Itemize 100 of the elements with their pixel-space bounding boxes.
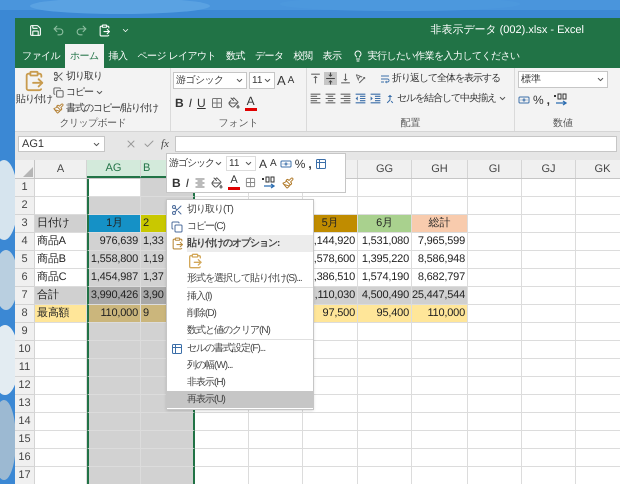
menu-item[interactable]: 再表示(U) xyxy=(167,391,313,408)
menu-item[interactable]: 非表示(H) xyxy=(167,374,313,391)
caret-icon[interactable] xyxy=(214,159,223,168)
row-header[interactable]: 15 xyxy=(15,431,35,449)
row-header[interactable]: 2 xyxy=(15,197,35,215)
ribbon-tab[interactable]: ホーム xyxy=(65,44,104,68)
comma-button[interactable]: , xyxy=(308,158,312,170)
row-header[interactable]: 10 xyxy=(15,341,35,359)
number-format-field[interactable]: 標準 xyxy=(518,71,608,88)
save-icon[interactable] xyxy=(29,24,42,36)
ribbon-tab[interactable]: ページ レイアウト xyxy=(132,44,221,68)
fill-color-icon[interactable] xyxy=(228,97,240,109)
ribbon-tab[interactable]: ファイル xyxy=(17,44,65,68)
wrap-text-button[interactable]: 折り返して全体を表示する xyxy=(379,71,500,86)
shrink-font-button[interactable]: A xyxy=(288,76,294,86)
ribbon-tab[interactable]: 表示 xyxy=(317,44,346,68)
column-header[interactable]: AG xyxy=(87,160,141,178)
italic-button[interactable]: I xyxy=(186,176,190,188)
row-header[interactable]: 3 xyxy=(15,215,35,233)
align-top-icon[interactable] xyxy=(309,72,322,85)
percent-button[interactable]: % xyxy=(533,94,544,106)
borders-icon[interactable] xyxy=(210,97,223,109)
ribbon-tab[interactable]: 数式 xyxy=(220,44,250,68)
row-header[interactable]: 1 xyxy=(15,179,35,197)
menu-item[interactable]: セルの書式設定(F)... xyxy=(167,340,313,357)
paintbrush-icon[interactable] xyxy=(282,176,294,188)
row-header[interactable]: 11 xyxy=(15,359,35,377)
ribbon-tab[interactable]: 挿入 xyxy=(104,44,132,68)
font-color-button[interactable]: A xyxy=(228,175,240,190)
italic-button[interactable]: I xyxy=(188,97,192,109)
row-header[interactable]: 16 xyxy=(15,449,35,467)
align-center-icon[interactable] xyxy=(324,92,337,105)
row-header[interactable]: 5 xyxy=(15,251,35,269)
row-header[interactable]: 12 xyxy=(15,377,35,395)
align-middle-icon[interactable] xyxy=(324,72,337,85)
caret-icon[interactable] xyxy=(596,75,605,84)
table-cell xyxy=(522,323,576,341)
orientation-icon[interactable] xyxy=(354,72,367,85)
align-left-icon[interactable] xyxy=(309,92,322,105)
caret-icon[interactable] xyxy=(235,76,244,85)
name-box[interactable]: AG1 xyxy=(18,136,105,152)
currency-icon[interactable] xyxy=(518,94,530,106)
menu-item[interactable]: 列の幅(W)... xyxy=(167,357,313,374)
ribbon-tab[interactable]: データ xyxy=(250,44,288,68)
currency-icon[interactable] xyxy=(280,158,292,170)
align-center-icon[interactable] xyxy=(194,176,206,188)
decimal-icon[interactable] xyxy=(553,93,570,107)
percent-button[interactable]: % xyxy=(294,158,306,170)
caret-icon[interactable] xyxy=(244,159,253,168)
ribbon-tab[interactable]: 校閲 xyxy=(288,44,318,68)
bold-button[interactable]: B xyxy=(175,97,184,109)
underline-button[interactable]: U xyxy=(197,97,206,109)
indent-increase-icon[interactable] xyxy=(369,92,382,105)
font-size-field[interactable]: 11 xyxy=(249,72,275,89)
font-name-field[interactable]: 游ゴシック xyxy=(169,156,223,171)
column-header[interactable]: GK xyxy=(576,160,620,178)
align-bottom-icon[interactable] xyxy=(339,72,352,85)
copy-button[interactable]: コピー xyxy=(66,85,93,100)
comma-button[interactable]: , xyxy=(546,94,550,106)
insert-function-button[interactable]: fx xyxy=(161,136,169,152)
indent-decrease-icon[interactable] xyxy=(354,92,367,105)
row-header[interactable]: 17 xyxy=(15,467,35,484)
row-header[interactable]: 4 xyxy=(15,233,35,251)
grow-font-button[interactable]: A xyxy=(259,158,268,170)
undo-icon[interactable] xyxy=(52,24,65,36)
caret-icon[interactable] xyxy=(263,76,272,85)
row-header[interactable]: 14 xyxy=(15,413,35,431)
table-icon[interactable] xyxy=(314,158,327,170)
font-name-field[interactable]: 游ゴシック xyxy=(173,72,247,89)
merge-center-button[interactable]: セルを結合して中央揃え xyxy=(384,91,496,106)
column-header[interactable]: GH xyxy=(412,160,468,178)
caret-icon[interactable] xyxy=(498,94,507,103)
shrink-font-button[interactable]: A xyxy=(270,158,277,168)
row-header[interactable]: 9 xyxy=(15,323,35,341)
column-header[interactable]: GJ xyxy=(522,160,576,178)
tell-me-field[interactable]: 実行したい作業を入力してください xyxy=(367,48,520,64)
formula-input[interactable] xyxy=(174,136,617,152)
caret-icon[interactable] xyxy=(95,88,104,97)
borders-icon[interactable] xyxy=(245,177,256,188)
column-header[interactable]: B xyxy=(141,160,166,178)
fill-color-icon[interactable] xyxy=(211,176,224,188)
cut-button[interactable]: 切り取り xyxy=(66,69,102,84)
font-color-button[interactable]: A xyxy=(244,95,257,111)
row-header[interactable]: 13 xyxy=(15,395,35,413)
row-header[interactable]: 7 xyxy=(15,287,35,305)
grow-font-button[interactable]: A xyxy=(277,74,286,87)
bold-button[interactable]: B xyxy=(172,176,181,188)
column-header[interactable]: GG xyxy=(358,160,412,178)
menu-item[interactable]: 切り取り(T) xyxy=(167,201,313,218)
align-right-icon[interactable] xyxy=(339,92,352,105)
format-painter-button[interactable]: 書式のコピー/貼り付け xyxy=(66,101,158,116)
paste-button[interactable]: 貼り付け xyxy=(15,68,53,116)
column-header[interactable]: GI xyxy=(468,160,522,178)
decimal-icon[interactable] xyxy=(261,176,278,190)
menu-item[interactable]: 数式と値のクリア(N) xyxy=(167,322,313,339)
redo-icon[interactable] xyxy=(75,24,88,36)
font-size-field[interactable]: 11 xyxy=(226,156,256,171)
row-header[interactable]: 6 xyxy=(15,269,35,287)
row-header[interactable]: 8 xyxy=(15,305,35,323)
clipboard-icon[interactable] xyxy=(98,24,111,36)
